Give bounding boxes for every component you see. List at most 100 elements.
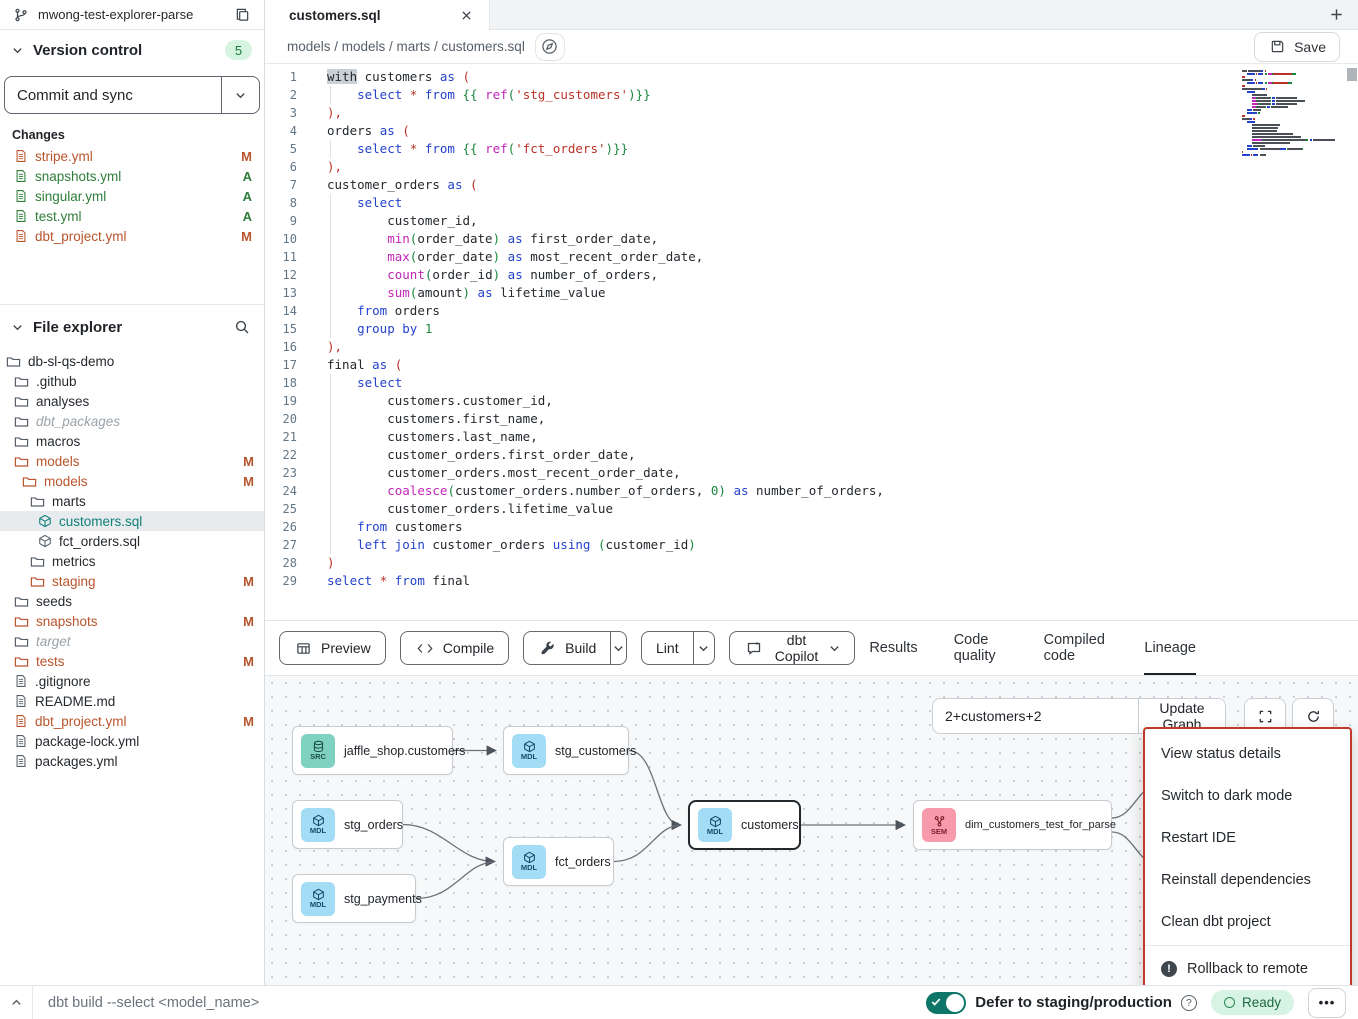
search-icon[interactable] (232, 317, 252, 337)
line-number: 14 (265, 302, 309, 320)
commit-and-sync-button[interactable]: Commit and sync (4, 76, 260, 114)
preview-button[interactable]: Preview (279, 631, 386, 665)
editor-scrollbar[interactable] (1347, 68, 1357, 81)
code-line-content: final as ( (309, 356, 402, 374)
tree-item-label: tests (36, 654, 236, 669)
lineage-selector-input[interactable] (933, 699, 1138, 733)
tree-item-label: models (36, 454, 236, 469)
tree-item-label: analyses (36, 394, 254, 409)
tree-item-label: snapshots (36, 614, 236, 629)
tree-item-macros[interactable]: macros (0, 431, 264, 451)
tab-code-quality[interactable]: Code quality (954, 621, 1008, 675)
line-number: 22 (265, 446, 309, 464)
new-tab-button[interactable] (1314, 0, 1358, 29)
tree-item-models[interactable]: modelsM (0, 471, 264, 491)
change-item-snapshots.yml[interactable]: snapshots.ymlA (0, 166, 264, 186)
compile-button[interactable]: Compile (400, 631, 509, 665)
menu-item-rollback-to-remote[interactable]: !Rollback to remote (1145, 948, 1350, 985)
node-stg-orders[interactable]: MDL stg_orders (292, 800, 403, 849)
file-explorer-header[interactable]: File explorer (0, 305, 264, 345)
menu-item-reinstall-dependencies[interactable]: Reinstall dependencies (1145, 859, 1350, 901)
tree-item-label: marts (52, 494, 254, 509)
file-icon (14, 149, 28, 163)
build-dropdown-caret[interactable] (610, 632, 626, 664)
build-button[interactable]: Build (524, 632, 610, 664)
line-number: 16 (265, 338, 309, 356)
tree-item-dbt_packages[interactable]: dbt_packages (0, 411, 264, 431)
tree-item-db-sl-qs-demo[interactable]: db-sl-qs-demo (0, 351, 264, 371)
tab-customers-sql[interactable]: customers.sql (265, 0, 490, 30)
menu-item-restart-ide[interactable]: Restart IDE (1145, 817, 1350, 859)
tree-item-dbt_project.yml[interactable]: dbt_project.ymlM (0, 711, 264, 731)
explore-lineage-button[interactable] (535, 33, 565, 61)
change-item-stripe.yml[interactable]: stripe.ymlM (0, 146, 264, 166)
change-file-name: snapshots.yml (35, 169, 236, 184)
tree-item-fct_orders.sql[interactable]: fct_orders.sql (0, 531, 264, 551)
menu-item-view-status-details[interactable]: View status details (1145, 733, 1350, 775)
change-item-test.yml[interactable]: test.ymlA (0, 206, 264, 226)
model-badge: MDL (301, 882, 335, 916)
code-line-content: customer_orders.most_recent_order_date, (309, 464, 681, 482)
defer-toggle[interactable] (926, 992, 966, 1014)
tree-item-customers.sql[interactable]: customers.sql (0, 511, 264, 531)
code-line-2: 2 select * from {{ ref('stg_customers')}… (265, 86, 1358, 104)
code-editor[interactable]: 1with customers as (2 select * from {{ r… (265, 64, 1358, 620)
copy-icon[interactable] (233, 5, 252, 24)
node-jaffle-shop-customers[interactable]: SRC jaffle_shop.customers (292, 726, 453, 775)
tree-item-snapshots[interactable]: snapshotsM (0, 611, 264, 631)
tree-item-tests[interactable]: testsM (0, 651, 264, 671)
file-icon (14, 209, 28, 223)
lint-dropdown-caret[interactable] (693, 632, 714, 664)
tree-item-.github[interactable]: .github (0, 371, 264, 391)
change-item-dbt_project.yml[interactable]: dbt_project.ymlM (0, 226, 264, 246)
tree-item-package-lock.yml[interactable]: package-lock.yml (0, 731, 264, 751)
file-icon (14, 754, 28, 768)
tree-item-staging[interactable]: stagingM (0, 571, 264, 591)
lineage-canvas[interactable]: SRC jaffle_shop.customers MDL stg_custom… (265, 676, 1358, 985)
version-control-header[interactable]: Version control 5 (0, 30, 264, 68)
tree-item-packages.yml[interactable]: packages.yml (0, 751, 264, 771)
folder-icon (14, 394, 29, 409)
save-button[interactable]: Save (1254, 32, 1340, 62)
close-icon[interactable] (458, 7, 475, 24)
more-options-button[interactable]: ••• (1308, 988, 1346, 1018)
menu-item-switch-to-dark-mode[interactable]: Switch to dark mode (1145, 775, 1350, 817)
tree-item-README.md[interactable]: README.md (0, 691, 264, 711)
lint-button[interactable]: Lint (642, 632, 693, 664)
line-number: 11 (265, 248, 309, 266)
folder-icon (14, 434, 29, 449)
tree-item-marts[interactable]: marts (0, 491, 264, 511)
menu-item-clean-dbt-project[interactable]: Clean dbt project (1145, 901, 1350, 943)
dbt-copilot-button[interactable]: dbt Copilot (729, 631, 856, 665)
tree-item-models[interactable]: modelsM (0, 451, 264, 471)
source-badge: SRC (301, 734, 335, 768)
tab-lineage[interactable]: Lineage (1144, 621, 1196, 675)
copilot-dropdown-caret[interactable] (829, 643, 840, 654)
tree-item-label: metrics (52, 554, 254, 569)
change-item-singular.yml[interactable]: singular.ymlA (0, 186, 264, 206)
editor-minimap[interactable] (1242, 70, 1342, 157)
defer-label: Defer to staging/production (975, 994, 1172, 1011)
line-number: 2 (265, 86, 309, 104)
line-number: 3 (265, 104, 309, 122)
expand-command-bar-button[interactable] (0, 986, 33, 1019)
help-icon[interactable]: ? (1181, 995, 1197, 1011)
tab-compiled-code[interactable]: Compiled code (1044, 621, 1109, 675)
commit-dropdown-caret[interactable] (221, 77, 259, 113)
node-fct-orders[interactable]: MDL fct_orders (503, 837, 614, 886)
code-line-10: 10 min(order_date) as first_order_date, (265, 230, 1358, 248)
tree-item-.gitignore[interactable]: .gitignore (0, 671, 264, 691)
node-dim-customers-test-for-parse[interactable]: SEM dim_customers_test_for_parse (913, 800, 1112, 850)
code-line-11: 11 max(order_date) as most_recent_order_… (265, 248, 1358, 266)
node-stg-customers[interactable]: MDL stg_customers (503, 726, 629, 775)
node-customers[interactable]: MDL customers (688, 800, 801, 850)
node-stg-payments[interactable]: MDL stg_payments (292, 874, 416, 923)
tree-item-analyses[interactable]: analyses (0, 391, 264, 411)
tree-item-target[interactable]: target (0, 631, 264, 651)
file-explorer-section: File explorer db-sl-qs-demo.github analys… (0, 304, 264, 985)
tree-item-metrics[interactable]: metrics (0, 551, 264, 571)
build-split-button: Build (523, 631, 627, 665)
command-input[interactable]: dbt build --select <model_name> (33, 995, 926, 1011)
tree-item-seeds[interactable]: seeds (0, 591, 264, 611)
tab-results[interactable]: Results (869, 621, 917, 675)
